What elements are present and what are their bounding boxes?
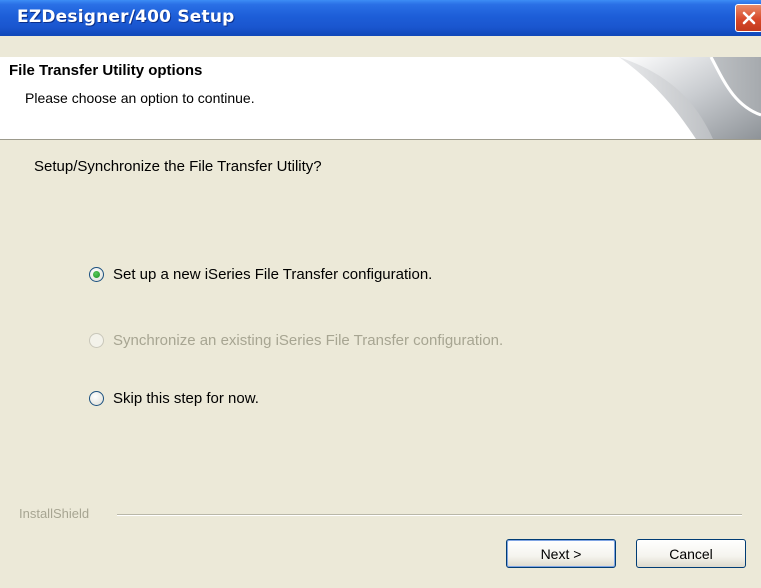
radio-new-configuration[interactable]	[89, 266, 104, 282]
installshield-brand: InstallShield	[19, 506, 90, 521]
cancel-button[interactable]: Cancel	[636, 539, 746, 568]
title-bar[interactable]: EZDesigner/400 Setup	[0, 0, 761, 36]
close-icon	[742, 11, 756, 25]
option-label: Set up a new iSeries File Transfer confi…	[113, 265, 433, 283]
option-label: Synchronize an existing iSeries File Tra…	[113, 331, 504, 349]
option-synchronize-configuration: Synchronize an existing iSeries File Tra…	[89, 330, 503, 350]
option-label: Skip this step for now.	[113, 389, 259, 407]
header-panel: File Transfer Utility options Please cho…	[0, 57, 761, 140]
prompt-text: Setup/Synchronize the File Transfer Util…	[34, 158, 322, 175]
option-skip-step[interactable]: Skip this step for now.	[89, 388, 259, 408]
header-subtitle: Please choose an option to continue.	[25, 90, 255, 106]
footer-divider	[117, 514, 742, 516]
header-title: File Transfer Utility options	[9, 62, 203, 79]
close-button[interactable]	[735, 4, 761, 32]
radio-synchronize-configuration	[89, 332, 104, 348]
window-title: EZDesigner/400 Setup	[17, 7, 235, 27]
next-button[interactable]: Next >	[506, 539, 616, 568]
option-new-configuration[interactable]: Set up a new iSeries File Transfer confi…	[89, 264, 432, 284]
radio-skip-step[interactable]	[89, 390, 104, 406]
page-curl-icon	[619, 57, 761, 139]
